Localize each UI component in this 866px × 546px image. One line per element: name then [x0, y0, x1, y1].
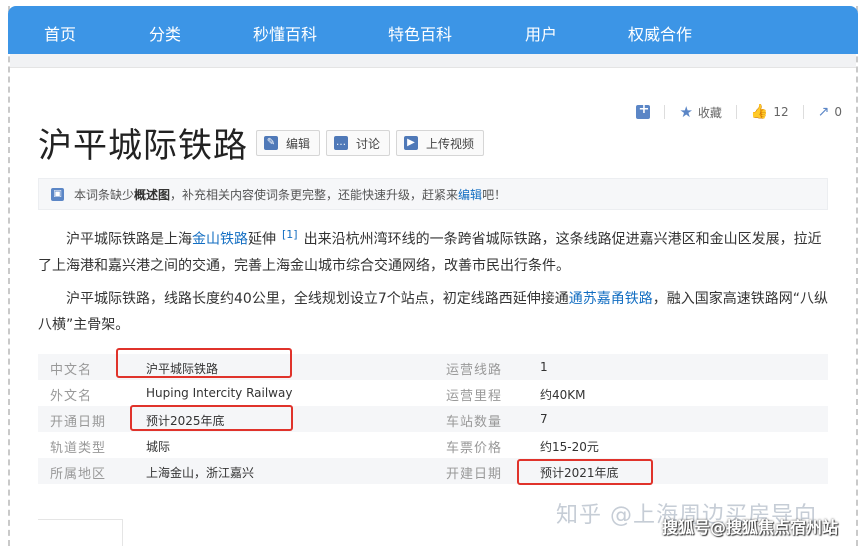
- like-count: 12: [773, 105, 789, 119]
- info-label: 运营里程: [446, 389, 503, 404]
- collect-label: 收藏: [697, 105, 722, 120]
- info-label: 中文名: [50, 363, 93, 378]
- highlight-box-chinese-name: [116, 348, 292, 378]
- share-button[interactable]: ↗ 0: [818, 104, 842, 120]
- nav-item-home[interactable]: 首页: [44, 21, 76, 45]
- nav-item-category[interactable]: 分类: [149, 21, 181, 45]
- upload-video-label: 上传视频: [426, 136, 475, 151]
- info-label: 运营线路: [446, 363, 503, 378]
- divider: [735, 105, 737, 119]
- notice-text: ，补充相关内容使词条更完整，还能快速升级，赶紧来: [170, 187, 459, 202]
- intro-text: 延伸: [248, 231, 276, 248]
- jinshan-railway-link[interactable]: 金山铁路: [192, 232, 248, 248]
- pencil-icon: ✎: [264, 136, 278, 150]
- nav-item-partner[interactable]: 权威合作: [628, 21, 692, 45]
- nav-item-miaodong[interactable]: 秒懂百科: [253, 21, 317, 45]
- notice-highlight: 概述图: [134, 187, 171, 202]
- notice-text: 吧！: [482, 187, 507, 202]
- discuss-button[interactable]: … 讨论: [326, 130, 391, 156]
- info-label: 车站数量: [446, 415, 503, 430]
- bottom-tab-line: [38, 519, 122, 520]
- info-label: 开通日期: [50, 415, 107, 430]
- highlight-box-construction-date: [517, 459, 653, 485]
- chat-icon: …: [334, 136, 348, 150]
- reference-link[interactable]: [1]: [282, 228, 298, 241]
- add-button[interactable]: [636, 102, 651, 119]
- edit-label: 编辑: [286, 136, 311, 151]
- divider: [664, 105, 666, 119]
- nav-item-user[interactable]: 用户: [525, 21, 557, 45]
- info-label: 所属地区: [50, 467, 107, 482]
- page-title: 沪平城际铁路: [38, 126, 248, 166]
- collect-button[interactable]: ★ 收藏: [679, 103, 721, 121]
- info-label: 开建日期: [446, 467, 503, 482]
- intro-paragraph-2: 沪平城际铁路，线路长度约40公里，全线规划设立7个站点，初定线路西延伸接通通苏嘉…: [38, 286, 834, 338]
- info-value: 7: [540, 412, 548, 426]
- play-icon: ▶: [404, 136, 418, 150]
- plus-icon: [636, 102, 651, 119]
- sohu-watermark: 搜狐号@搜狐焦点宿州站: [662, 518, 839, 537]
- intro-text: 沪平城际铁路，线路长度约40公里，全线规划设立7个站点，初定线路西延伸接通: [66, 291, 569, 307]
- image-icon: ▣: [51, 187, 64, 201]
- info-row: 轨道类型 城际 车票价格 约15-20元: [38, 432, 828, 458]
- thumbs-up-icon: 👍: [750, 104, 769, 120]
- intro-text: 沪平城际铁路是上海: [66, 231, 192, 248]
- info-value: 约40KM: [540, 388, 586, 402]
- discuss-label: 讨论: [356, 136, 381, 151]
- edit-button[interactable]: ✎ 编辑: [256, 130, 321, 156]
- info-label: 车票价格: [446, 441, 503, 456]
- highlight-box-opening-date: [130, 405, 293, 431]
- notice-text: 本词条缺少: [74, 187, 135, 202]
- upload-video-button[interactable]: ▶ 上传视频: [396, 130, 485, 156]
- info-value: 1: [540, 360, 548, 374]
- nav-item-special[interactable]: 特色百科: [388, 21, 452, 45]
- info-value: 上海金山，浙江嘉兴: [146, 466, 255, 480]
- info-value: 约15-20元: [540, 440, 599, 454]
- info-value: Huping Intercity Railway: [146, 386, 293, 400]
- bottom-tab-divider: [122, 519, 123, 546]
- info-row: 所属地区 上海金山，浙江嘉兴 开建日期 预计2021年底: [38, 458, 828, 484]
- star-icon: ★: [679, 103, 693, 121]
- notice-edit-link[interactable]: 编辑: [458, 186, 482, 203]
- action-bar: ★ 收藏 👍 12 ↗ 0: [636, 102, 842, 121]
- info-row: 外文名 Huping Intercity Railway 运营里程 约40KM: [38, 380, 828, 406]
- sub-bar: [10, 54, 856, 68]
- missing-image-notice: ▣ 本词条缺少 概述图 ，补充相关内容使词条更完整，还能快速升级，赶紧来 编辑 吧！: [38, 178, 828, 210]
- info-value: 城际: [146, 440, 171, 454]
- tongsu-jiayong-railway-link[interactable]: 通苏嘉甬铁路: [569, 291, 653, 307]
- intro-paragraph-1: 沪平城际铁路是上海金山铁路延伸 [1] 出来沿杭州湾环线的一条跨省城际铁路，这条线路…: [38, 222, 834, 279]
- info-label: 轨道类型: [50, 441, 107, 456]
- info-label: 外文名: [50, 389, 93, 404]
- share-icon: ↗: [817, 104, 830, 120]
- top-nav: 首页 分类 秒懂百科 特色百科 用户 权威合作: [8, 6, 858, 54]
- share-count: 0: [834, 105, 842, 119]
- like-button[interactable]: 👍 12: [751, 104, 789, 120]
- divider: [802, 105, 804, 119]
